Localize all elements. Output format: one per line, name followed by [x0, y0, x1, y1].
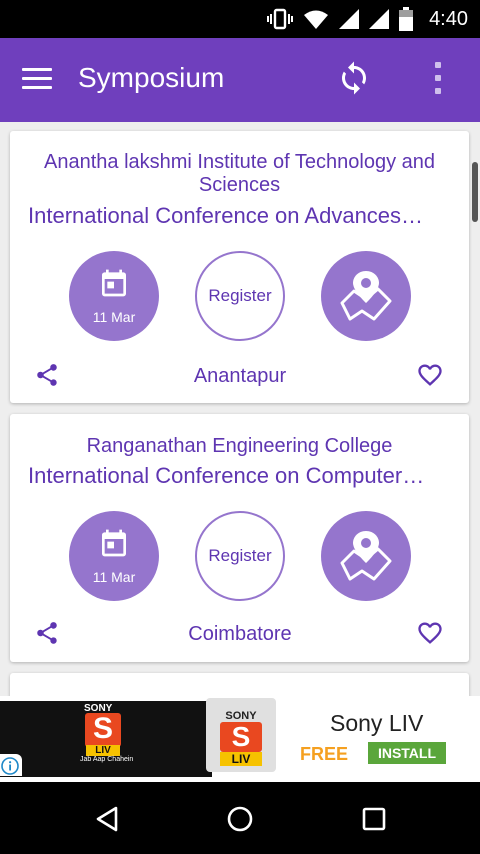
status-bar: 4:40 [0, 0, 480, 38]
status-icons: 4:40 [267, 0, 468, 38]
ad-logo-mark: S [220, 722, 262, 752]
event-city: Anantapur [193, 365, 287, 387]
ad-logo-text: LIV [220, 752, 262, 766]
register-button[interactable]: Register [195, 251, 285, 341]
signal-icon [339, 9, 360, 29]
map-location-icon [340, 271, 392, 321]
ad-price: FREE [300, 744, 349, 764]
event-date: 11 Mar [92, 569, 136, 585]
home-icon[interactable] [225, 804, 255, 834]
vibrate-icon [267, 8, 294, 30]
recents-icon[interactable] [359, 804, 389, 834]
event-list: Anantha lakshmi Institute of Technology … [0, 122, 480, 696]
ad-banner[interactable]: SONY S LIV Jab Aap Chahein SONY S LIV So… [0, 696, 480, 782]
more-vert-icon[interactable] [426, 58, 450, 98]
map-location-icon [340, 531, 392, 581]
conference-title: International Conference on Advances… [28, 203, 424, 228]
ad-image[interactable]: SONY S LIV Jab Aap Chahein [0, 701, 212, 777]
calendar-icon [102, 269, 126, 297]
share-icon[interactable] [34, 362, 60, 388]
college-name: Ranganathan Engineering College [86, 435, 393, 457]
ad-app-logo[interactable]: SONY S LIV [206, 698, 276, 772]
menu-icon[interactable] [22, 68, 52, 90]
scrollbar[interactable] [472, 162, 478, 222]
navigation-bar [0, 782, 480, 854]
map-button[interactable] [321, 511, 411, 601]
event-card[interactable]: Ranganathan Engineering College Internat… [10, 414, 469, 662]
event-date: 11 Mar [92, 309, 136, 325]
ad-install-button[interactable]: INSTALL [368, 742, 446, 764]
ad-banner-logo: S [85, 713, 121, 747]
ad-app-name: Sony LIV [330, 710, 424, 736]
calendar-icon [102, 529, 126, 557]
event-card[interactable]: Anantha lakshmi Institute of Technology … [10, 131, 469, 403]
event-city: Coimbatore [188, 623, 292, 645]
battery-icon [399, 7, 414, 31]
signal-icon-2 [369, 9, 390, 29]
date-button[interactable]: 11 Mar [69, 251, 159, 341]
register-button[interactable]: Register [195, 511, 285, 601]
date-button[interactable]: 11 Mar [69, 511, 159, 601]
event-card[interactable] [10, 673, 469, 696]
back-icon[interactable] [92, 804, 122, 834]
ad-banner-tagline: Jab Aap Chahein [80, 756, 134, 763]
share-icon[interactable] [34, 620, 60, 646]
map-button[interactable] [321, 251, 411, 341]
info-icon[interactable] [0, 754, 22, 776]
heart-icon[interactable] [416, 619, 444, 647]
wifi-icon [304, 10, 329, 29]
refresh-icon[interactable] [336, 60, 372, 96]
conference-title: International Conference on Computer… [28, 463, 425, 488]
heart-icon[interactable] [416, 361, 444, 389]
college-name: Anantha lakshmi Institute of Technology … [44, 151, 435, 196]
app-bar: Symposium [0, 38, 480, 122]
app-title: Symposium [78, 62, 225, 93]
status-time: 4:40 [429, 7, 468, 30]
ad-banner-logo-text: LIV [86, 745, 120, 756]
